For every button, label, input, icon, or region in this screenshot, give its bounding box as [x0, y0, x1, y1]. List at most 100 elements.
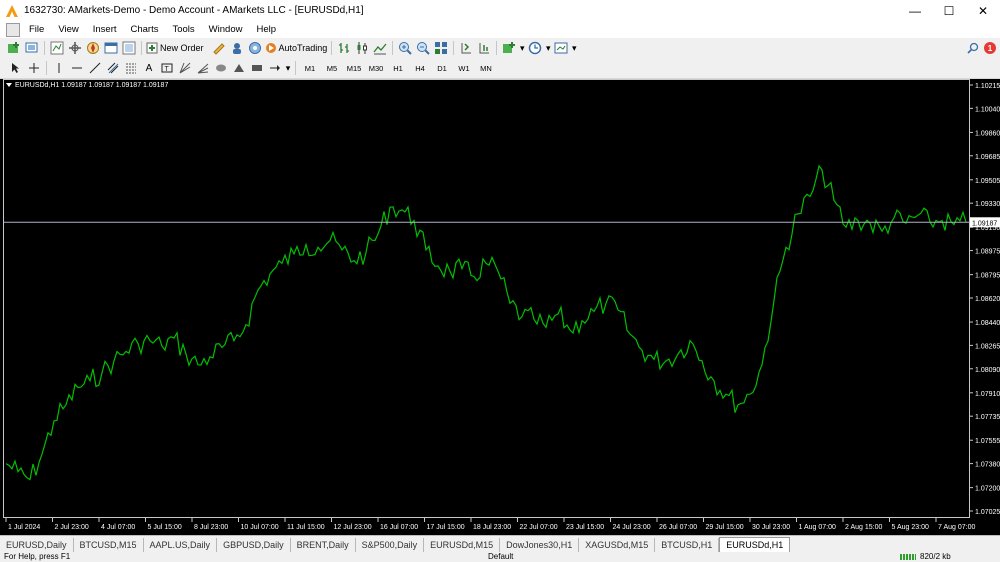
y-axis-tick-label: 1.10215	[975, 83, 1000, 90]
timeframe-mn[interactable]: MN	[476, 60, 496, 76]
templates-icon[interactable]	[553, 40, 569, 56]
text-label-icon[interactable]: T	[159, 60, 175, 76]
community-icon[interactable]	[229, 40, 245, 56]
chart-tab[interactable]: DowJones30,H1	[500, 537, 580, 552]
chart-tab[interactable]: AAPL.US,Daily	[144, 537, 218, 552]
new-order-button[interactable]: New Order	[146, 40, 204, 56]
zoom-in-icon[interactable]	[397, 40, 413, 56]
close-button[interactable]: ✕	[966, 0, 1000, 21]
market-watch-icon[interactable]	[49, 40, 65, 56]
y-axis-tick-label: 1.09685	[975, 154, 1000, 161]
indicators-icon[interactable]	[501, 40, 517, 56]
chart-tab[interactable]: XAGUSDd,M15	[579, 537, 656, 552]
chart-tab[interactable]: S&P500,Daily	[356, 537, 425, 552]
timeframe-h1[interactable]: H1	[388, 60, 408, 76]
strategy-tester-icon[interactable]	[121, 40, 137, 56]
minimize-button[interactable]: —	[898, 0, 932, 21]
chart-tab[interactable]: BTCUSD,H1	[655, 537, 720, 552]
search-icon[interactable]	[965, 40, 981, 56]
status-help-text: For Help, press F1	[4, 552, 71, 561]
autotrading-label: AutoTrading	[278, 43, 328, 53]
autotrading-button[interactable]: AutoTrading	[265, 40, 328, 56]
current-price-label: 1.09187	[972, 220, 997, 227]
timeframe-w1[interactable]: W1	[454, 60, 474, 76]
chart-tab[interactable]: GBPUSD,Daily	[217, 537, 291, 552]
connection-status-icon	[900, 554, 916, 560]
notifications-button[interactable]: 1	[982, 40, 998, 56]
chart-tab[interactable]: EURUSDd,H1	[719, 536, 791, 553]
y-axis-tick-label: 1.08440	[975, 320, 1000, 327]
chart-shift-icon[interactable]	[458, 40, 474, 56]
line-chart-icon[interactable]	[372, 40, 388, 56]
chart-window[interactable]: EURUSDd,H1 1.09187 1.09187 1.09187 1.091…	[0, 79, 1000, 535]
data-window-icon[interactable]	[67, 40, 83, 56]
toolbar-separator	[496, 41, 498, 55]
y-axis-tick-label: 1.08620	[975, 296, 1000, 303]
timeframe-m30[interactable]: M30	[366, 60, 386, 76]
title-bar: 1632730: AMarkets-Demo - Demo Account - …	[0, 0, 1000, 21]
chart-window-icon[interactable]	[6, 22, 20, 37]
y-axis-tick-label: 1.08975	[975, 249, 1000, 256]
indicators-dropdown-icon[interactable]: ▾	[519, 40, 525, 56]
arrows-icon[interactable]	[267, 60, 283, 76]
bar-chart-icon[interactable]	[336, 40, 352, 56]
templates-dropdown-icon[interactable]: ▾	[571, 40, 577, 56]
terminal-icon[interactable]	[103, 40, 119, 56]
menu-view[interactable]: View	[51, 24, 85, 35]
timeframe-h4[interactable]: H4	[410, 60, 430, 76]
navigator-icon[interactable]	[85, 40, 101, 56]
timeframe-m5[interactable]: M5	[322, 60, 342, 76]
vertical-line-icon[interactable]	[51, 60, 67, 76]
y-axis-tick-label: 1.07555	[975, 438, 1000, 445]
metaeditor-icon[interactable]	[211, 40, 227, 56]
timeframe-m1[interactable]: M1	[300, 60, 320, 76]
cursor-icon[interactable]	[8, 60, 24, 76]
x-axis-tick-label: 16 Jul 07:00	[380, 524, 418, 531]
y-axis-tick-label: 1.07910	[975, 391, 1000, 398]
arrows-dropdown-icon[interactable]: ▾	[285, 60, 291, 76]
timeframe-m15[interactable]: M15	[344, 60, 364, 76]
y-axis-tick-label: 1.08090	[975, 367, 1000, 374]
chart-tab[interactable]: EURUSDd,M15	[424, 537, 501, 552]
chart-tab[interactable]: BTCUSD,M15	[74, 537, 144, 552]
triangle-icon[interactable]	[231, 60, 247, 76]
trendline-icon[interactable]	[87, 60, 103, 76]
chart-tab[interactable]: BRENT,Daily	[291, 537, 356, 552]
chart-tab[interactable]: EURUSD,Daily	[0, 537, 74, 552]
status-bar: For Help, press F1 Default 820/2 kb	[0, 552, 1000, 562]
y-axis-tick-label: 1.10040	[975, 106, 1000, 113]
auto-scroll-icon[interactable]	[476, 40, 492, 56]
toolbar-separator	[44, 41, 45, 55]
gann-icon[interactable]	[177, 60, 193, 76]
menu-help[interactable]: Help	[249, 24, 283, 35]
equidistant-channel-icon[interactable]	[105, 60, 121, 76]
horizontal-line-icon[interactable]	[69, 60, 85, 76]
y-axis-tick-label: 1.08265	[975, 343, 1000, 350]
y-axis-tick-label: 1.07025	[975, 509, 1000, 516]
periods-icon[interactable]	[527, 40, 543, 56]
maximize-button[interactable]: ☐	[932, 0, 966, 21]
menu-window[interactable]: Window	[202, 24, 250, 35]
menu-charts[interactable]: Charts	[124, 24, 166, 35]
signals-icon[interactable]	[247, 40, 263, 56]
tile-windows-icon[interactable]	[433, 40, 449, 56]
timeframe-d1[interactable]: D1	[432, 60, 452, 76]
pitchfork-icon[interactable]	[195, 60, 211, 76]
text-tool-icon[interactable]: A	[141, 60, 157, 76]
drawing-toolbar: A T ▾ M1 M5 M15 M30 H1 H4 D1 W1 MN	[0, 58, 1000, 79]
x-axis-tick-label: 5 Jul 15:00	[148, 524, 182, 531]
x-axis-tick-label: 1 Aug 07:00	[799, 524, 836, 531]
menu-file[interactable]: File	[22, 24, 51, 35]
menu-insert[interactable]: Insert	[86, 24, 124, 35]
rectangle-icon[interactable]	[249, 60, 265, 76]
menu-tools[interactable]: Tools	[165, 24, 201, 35]
profiles-icon[interactable]	[24, 40, 40, 56]
periods-dropdown-icon[interactable]: ▾	[545, 40, 551, 56]
candlestick-chart-icon[interactable]	[354, 40, 370, 56]
ellipse-icon[interactable]	[213, 60, 229, 76]
new-order-icon	[146, 42, 158, 54]
fibonacci-icon[interactable]	[123, 60, 139, 76]
zoom-out-icon[interactable]	[415, 40, 431, 56]
new-chart-icon[interactable]	[6, 40, 22, 56]
crosshair-icon[interactable]	[26, 60, 42, 76]
